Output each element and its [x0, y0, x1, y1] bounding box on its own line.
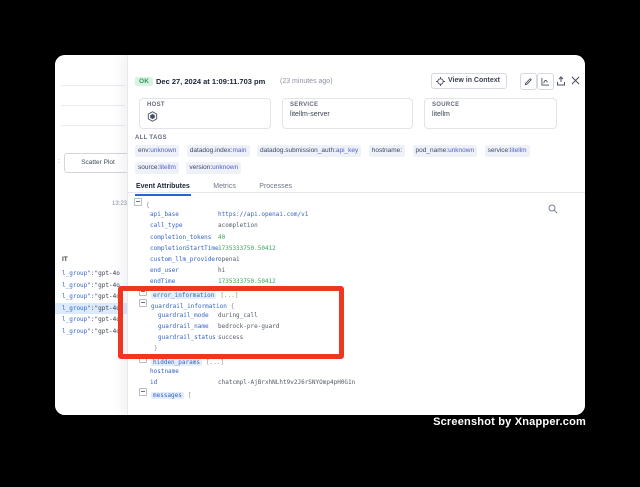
result-list: l_group":"gpt-4o l_group":"gpt-4o l_grou…: [55, 268, 127, 337]
pencil-icon: [524, 77, 533, 86]
related-metrics-button[interactable]: [537, 73, 554, 90]
divider: [61, 125, 125, 126]
close-button[interactable]: [569, 74, 582, 87]
tab-processes[interactable]: Processes: [258, 180, 293, 194]
attribute-row: idchatcmpl-AjBrxhNLht9v2J6rSNYOmp4pH0G1n: [128, 377, 585, 388]
all-tags-label: ALL TAGS: [135, 135, 167, 141]
highlight-box: [118, 286, 344, 359]
crosshair-icon: [436, 77, 445, 86]
source-card[interactable]: SOURCE litellm: [424, 98, 557, 129]
tag[interactable]: datadog.submission_auth:api_key: [257, 145, 361, 157]
api-base-link[interactable]: https://api.openai.com/v1: [218, 209, 308, 220]
collapse-icon[interactable]: [139, 388, 147, 396]
collapse-icon[interactable]: [134, 198, 142, 206]
watermark: Screenshot by Xnapper.com: [433, 416, 586, 428]
attribute-row: end_userhi: [128, 265, 585, 276]
list-item[interactable]: l_group":"gpt-4o: [55, 291, 127, 303]
list-item[interactable]: l_group":"gpt-4o: [55, 280, 127, 292]
app-window: : Scatter Plot 13:23 IT l_group":"gpt-4o…: [55, 55, 585, 415]
host-hexagon-icon: [147, 111, 263, 122]
close-icon: [571, 76, 580, 85]
scatter-plot-button[interactable]: Scatter Plot: [64, 153, 132, 173]
view-in-context-button[interactable]: View in Context: [431, 73, 507, 89]
attribute-row: completion_tokens40: [128, 232, 585, 243]
attribute-row: hostname: [128, 366, 585, 377]
graph-icon: [541, 77, 550, 86]
status-badge: OK: [135, 77, 153, 86]
relative-time: (23 minutes ago): [280, 78, 333, 85]
tags-list: env:unknown datadog.index:main datadog.s…: [135, 143, 580, 177]
tab-bar: Event Attributes Metrics Processes: [128, 175, 585, 193]
panel-header: OK Dec 27, 2024 at 1:09:11.703 pm (23 mi…: [128, 55, 585, 95]
column-header-fragment: IT: [62, 256, 68, 263]
attribute-row: call_typeacompletion: [128, 220, 585, 231]
divider: [61, 85, 125, 86]
tab-event-attributes[interactable]: Event Attributes: [135, 180, 191, 196]
event-timestamp: Dec 27, 2024 at 1:09:11.703 pm: [156, 77, 265, 86]
share-up-icon: [556, 76, 566, 86]
event-detail-panel: OK Dec 27, 2024 at 1:09:11.703 pm (23 mi…: [127, 55, 585, 415]
attribute-row: completionStartTime1735333750.50412: [128, 243, 585, 254]
list-item-selected[interactable]: l_group":"gpt-4o: [55, 303, 127, 315]
tag[interactable]: source:litellm: [135, 162, 179, 174]
host-card[interactable]: HOST: [139, 98, 271, 129]
tag[interactable]: version:unknown: [186, 162, 241, 174]
tag[interactable]: env:unknown: [135, 145, 179, 157]
edit-button[interactable]: [520, 73, 537, 90]
list-item[interactable]: l_group":"gpt-4o: [55, 314, 127, 326]
tag[interactable]: hostname:: [369, 145, 405, 157]
attribute-row: custom_llm_provideropenai: [128, 254, 585, 265]
view-in-context-label: View in Context: [448, 73, 500, 89]
info-cards: HOST SERVICE litellm-server SOURCE litel…: [139, 98, 557, 129]
tag[interactable]: pod_name:unknown: [413, 145, 478, 157]
export-button[interactable]: [554, 74, 567, 87]
tag[interactable]: datadog.index:main: [187, 145, 250, 157]
background-app-pane: : Scatter Plot 13:23 IT l_group":"gpt-4o…: [55, 55, 127, 415]
cutoff-text-fragment: :: [58, 158, 60, 165]
attribute-row: api_basehttps://api.openai.com/v1: [128, 209, 585, 220]
tab-metrics[interactable]: Metrics: [212, 180, 237, 194]
list-item[interactable]: l_group":"gpt-4o: [55, 326, 127, 338]
service-card[interactable]: SERVICE litellm-server: [282, 98, 413, 129]
json-root-row: {: [128, 198, 585, 209]
divider: [61, 105, 125, 106]
tag[interactable]: service:litellm: [485, 145, 530, 157]
list-item[interactable]: l_group":"gpt-4o: [55, 268, 127, 280]
time-axis-tick: 13:23: [112, 201, 127, 207]
attribute-row-object[interactable]: messages[: [128, 388, 585, 399]
